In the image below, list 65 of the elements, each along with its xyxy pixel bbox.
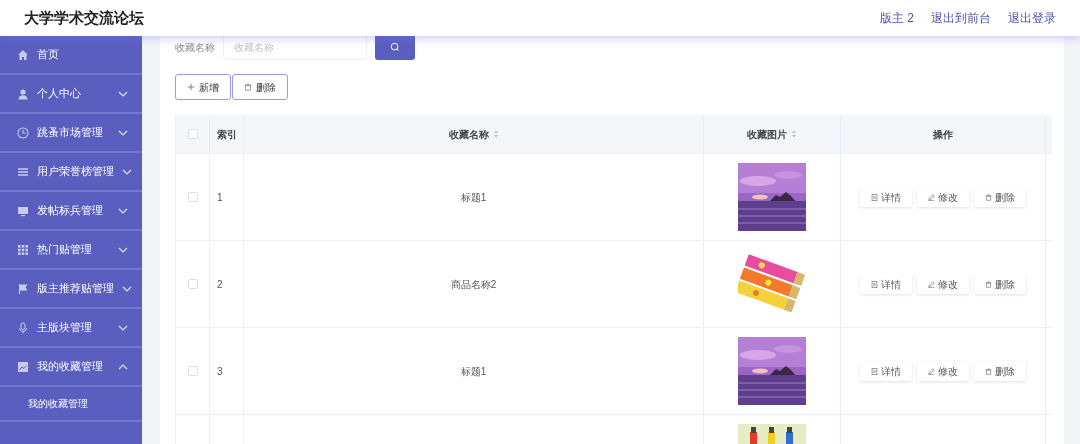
- search-button[interactable]: [375, 36, 415, 60]
- column-header[interactable]: 收藏图片: [747, 126, 797, 142]
- sidebar-item[interactable]: 版主推荐贴管理: [0, 270, 142, 309]
- column-header: 操作: [933, 127, 953, 142]
- sidebar-item[interactable]: 用户荣誉榜管理: [0, 153, 142, 192]
- sidebar-item[interactable]: 我的收藏管理: [0, 348, 142, 387]
- column-header: 索引: [217, 127, 237, 142]
- row-action-button[interactable]: 详情: [860, 361, 912, 381]
- search-icon: [390, 42, 400, 52]
- trash-icon: [985, 193, 992, 201]
- list-icon: [17, 165, 29, 178]
- sidebar-item[interactable]: 主版块管理: [0, 309, 142, 348]
- header-link[interactable]: 退出登录: [1008, 9, 1056, 27]
- trash-icon: [985, 367, 992, 375]
- trash-icon: [985, 280, 992, 288]
- pencil-icon: [928, 367, 935, 375]
- document-icon: [871, 193, 878, 201]
- microphone-icon: [17, 321, 29, 334]
- header-link[interactable]: 版主 2: [880, 9, 914, 27]
- sidebar-subitem[interactable]: 我的收藏管理: [0, 387, 142, 422]
- row-action-button[interactable]: 删除: [974, 274, 1026, 294]
- table-cell-text: 标题1: [460, 364, 487, 379]
- table-cell-text: 商品名称2: [450, 277, 497, 292]
- row-action-button[interactable]: 修改: [917, 361, 969, 381]
- site-title: 大学学术交流论坛: [24, 7, 144, 28]
- sort-icon: [492, 130, 499, 138]
- row-action-button[interactable]: 详情: [860, 274, 912, 294]
- row-action-button[interactable]: 修改: [917, 187, 969, 207]
- checkbox[interactable]: [187, 192, 198, 202]
- checkbox[interactable]: [187, 129, 198, 139]
- row-action-button[interactable]: 修改: [917, 274, 969, 294]
- home-icon: [17, 48, 29, 61]
- row-action-button[interactable]: 删除: [974, 361, 1026, 381]
- monitor-icon: [17, 204, 29, 217]
- clock-icon: [17, 126, 29, 139]
- row-action-button[interactable]: 详情: [860, 187, 912, 207]
- action-button[interactable]: 新增: [175, 74, 231, 100]
- document-icon: [871, 280, 878, 288]
- grid-icon: [17, 243, 29, 256]
- sidebar-item[interactable]: 个人中心: [0, 75, 142, 114]
- field-label: 收藏名称: [175, 40, 215, 55]
- checkbox[interactable]: [187, 366, 198, 376]
- document-icon: [871, 367, 878, 375]
- plus-icon: [187, 83, 195, 91]
- sidebar-item[interactable]: 跳蚤市场管理: [0, 114, 142, 153]
- action-button[interactable]: 删除: [232, 74, 288, 100]
- table-cell-text: 3: [217, 364, 223, 379]
- checkbox[interactable]: [187, 279, 198, 289]
- sidebar-item[interactable]: 热门贴管理: [0, 231, 142, 270]
- header-link[interactable]: 退出到前台: [931, 9, 991, 27]
- pencil-icon: [928, 193, 935, 201]
- table-cell-text: 1: [217, 190, 223, 205]
- flag-icon: [17, 282, 29, 295]
- table-cell-text: 标题1: [460, 190, 487, 205]
- sort-icon: [791, 130, 797, 138]
- table-cell-text: 2: [217, 277, 223, 292]
- search-field[interactable]: 收藏名称: [223, 36, 367, 60]
- column-header[interactable]: 收藏名称: [448, 126, 499, 142]
- sidebar-item[interactable]: 首页: [0, 36, 142, 75]
- chart-icon: [17, 360, 29, 373]
- row-action-button[interactable]: 删除: [974, 187, 1026, 207]
- sidebar-item[interactable]: 发帖标兵管理: [0, 192, 142, 231]
- trash-icon: [244, 83, 252, 91]
- pencil-icon: [928, 280, 935, 288]
- user-icon: [17, 87, 29, 100]
